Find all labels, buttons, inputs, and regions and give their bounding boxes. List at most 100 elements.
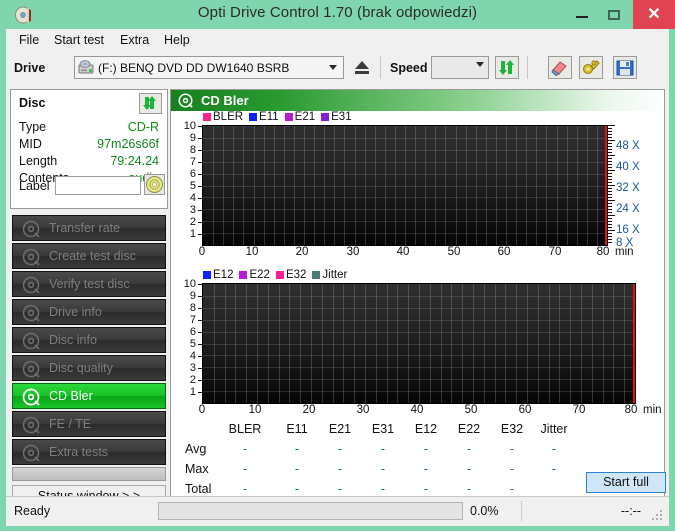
disc-icon — [22, 360, 40, 378]
sidebar-item-label: Transfer rate — [49, 221, 121, 235]
start-full-button[interactable]: Start full — [586, 472, 666, 493]
e12-ytick: 6 — [189, 326, 196, 338]
bler-ytick: 9 — [189, 132, 196, 144]
drive-label: Drive — [14, 61, 46, 75]
disc-icon — [22, 416, 40, 434]
progress-percent: 0.0% — [470, 504, 499, 518]
stats-cell: - — [466, 482, 472, 496]
stats-col-e11: E11 — [286, 422, 308, 436]
menu-start-test[interactable]: Start test — [47, 32, 111, 49]
legend-swatch-jitter — [312, 271, 321, 279]
save-button[interactable] — [613, 56, 637, 79]
sidebar-item-create-test-disc[interactable]: Create test disc — [12, 243, 166, 269]
e12-xtick: 50 — [464, 404, 478, 416]
menu-file[interactable]: File — [12, 32, 46, 49]
bler-xtick: 60 — [497, 246, 511, 258]
speed-select[interactable] — [431, 56, 489, 79]
bler-x-axis-unit: min — [615, 246, 634, 258]
bler-right-tick: 40 X — [616, 161, 640, 173]
sidebar-item-drive-info[interactable]: Drive info — [12, 299, 166, 325]
sidebar-item-label: Disc quality — [49, 361, 113, 375]
legend-label-e12: E12 — [213, 269, 234, 281]
disc-type-value: CD-R — [127, 120, 159, 134]
bler-xtick: 0 — [198, 246, 206, 258]
e12-ytick: 5 — [189, 338, 196, 350]
menu-help[interactable]: Help — [157, 32, 197, 49]
bler-plot-area[interactable] — [202, 125, 608, 246]
grid-line-horizontal — [203, 150, 607, 151]
stats-cell: - — [551, 442, 557, 456]
disc-panel-title: Disc — [19, 96, 46, 110]
resize-grip[interactable] — [652, 510, 664, 522]
menu-extra[interactable]: Extra — [113, 32, 156, 49]
chevron-down-icon — [476, 62, 484, 67]
bler-ytick: 4 — [189, 192, 196, 204]
disc-type-label: Type — [19, 120, 47, 134]
stats-cell: - — [380, 442, 386, 456]
e12-ytick: 1 — [189, 386, 196, 398]
stats-col-bler: BLER — [228, 422, 262, 436]
refresh-button[interactable] — [495, 56, 519, 79]
minimize-icon — [576, 16, 588, 18]
bler-xtick: 20 — [295, 246, 309, 258]
e12-ytick: 7 — [189, 314, 196, 326]
stats-cell: - — [509, 462, 515, 476]
grid-line-horizontal — [203, 233, 607, 234]
bler-chart[interactable]: 10 9 8 7 6 5 4 3 2 1 48 X 40 X 32 X 24 X… — [171, 120, 664, 259]
sidebar-item-label: Verify test disc — [49, 277, 130, 291]
eject-button[interactable] — [349, 56, 375, 79]
disc-info-panel: Disc Type CD-R MID 97m26s66f Length 79:2… — [10, 89, 168, 209]
legend-swatch-e11 — [249, 113, 258, 121]
sidebar-item-transfer-rate[interactable]: Transfer rate — [12, 215, 166, 241]
e12-xtick: 30 — [356, 404, 370, 416]
grid-line-horizontal — [203, 320, 635, 321]
e12-chart[interactable]: 10 9 8 7 6 5 4 3 2 1 0 10 20 30 40 50 60… — [171, 279, 664, 417]
disc-refresh-button[interactable] — [139, 93, 162, 114]
e12-xtick: 70 — [572, 404, 586, 416]
sidebar-item-verify-test-disc[interactable]: Verify test disc — [12, 271, 166, 297]
toolbar-separator — [527, 56, 528, 79]
bler-ytick: 10 — [183, 120, 196, 132]
e12-xtick: 0 — [198, 404, 206, 416]
sidebar-item-cd-bler[interactable]: CD Bler — [12, 383, 166, 409]
e12-xtick: 40 — [410, 404, 424, 416]
disc-icon — [178, 93, 193, 108]
sidebar-item-extra-tests[interactable]: Extra tests — [12, 439, 166, 465]
disc-icon — [22, 332, 40, 350]
sidebar-filler — [12, 467, 166, 481]
disc-label-read-button[interactable] — [144, 174, 165, 195]
sidebar-item-label: Drive info — [49, 305, 102, 319]
erase-button[interactable] — [548, 56, 572, 79]
stats-cell: - — [423, 482, 429, 496]
stats-cell: - — [380, 462, 386, 476]
minimize-button[interactable] — [567, 0, 597, 29]
stats-cell: - — [337, 462, 343, 476]
grid-line-horizontal — [203, 162, 607, 163]
legend-label-e31: E31 — [331, 111, 352, 123]
grid-line-horizontal — [203, 332, 635, 333]
disc-label-input[interactable] — [55, 176, 141, 195]
close-button[interactable]: ✕ — [633, 0, 675, 29]
e12-xtick: 10 — [248, 404, 262, 416]
stats-col-e12: E12 — [414, 422, 438, 436]
bler-xtick: 80 — [596, 246, 610, 258]
drive-select[interactable]: (F:) BENQ DVD DD DW1640 BSRB — [74, 56, 344, 79]
sidebar-item-fe-te[interactable]: FE / TE — [12, 411, 166, 437]
app-window: Opti Drive Control 1.70 (brak odpowiedzi… — [0, 0, 675, 531]
disc-icon — [22, 388, 40, 406]
tools-button[interactable] — [579, 56, 603, 79]
title-bar: Opti Drive Control 1.70 (brak odpowiedzi… — [0, 0, 675, 29]
stats-cell: - — [294, 482, 300, 496]
chevron-down-icon — [327, 62, 339, 74]
bler-ytick: 2 — [189, 216, 196, 228]
speed-label: Speed — [390, 61, 428, 75]
bler-right-axis-ticks — [608, 125, 615, 245]
e12-ytick: 4 — [189, 350, 196, 362]
stats-col-e31: E31 — [371, 422, 395, 436]
stats-cell: - — [509, 442, 515, 456]
e12-plot-area[interactable] — [202, 283, 636, 404]
sidebar-item-disc-quality[interactable]: Disc quality — [12, 355, 166, 381]
stats-cell: - — [294, 442, 300, 456]
maximize-button[interactable] — [600, 0, 630, 29]
sidebar-item-disc-info[interactable]: Disc info — [12, 327, 166, 353]
